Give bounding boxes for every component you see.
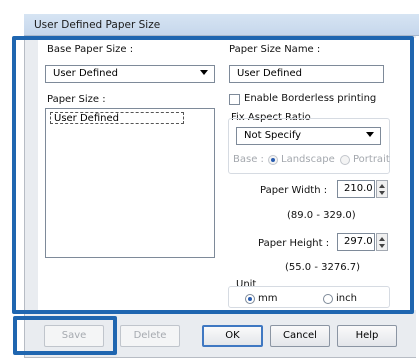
window-title: User Defined Paper Size [34,19,161,31]
ok-button[interactable]: OK [202,325,263,347]
cancel-button[interactable]: Cancel [270,325,330,347]
help-button[interactable]: Help [337,325,397,347]
save-highlight-frame [13,316,117,355]
settings-highlight-frame [12,36,414,314]
delete-button[interactable]: Delete [120,325,180,347]
